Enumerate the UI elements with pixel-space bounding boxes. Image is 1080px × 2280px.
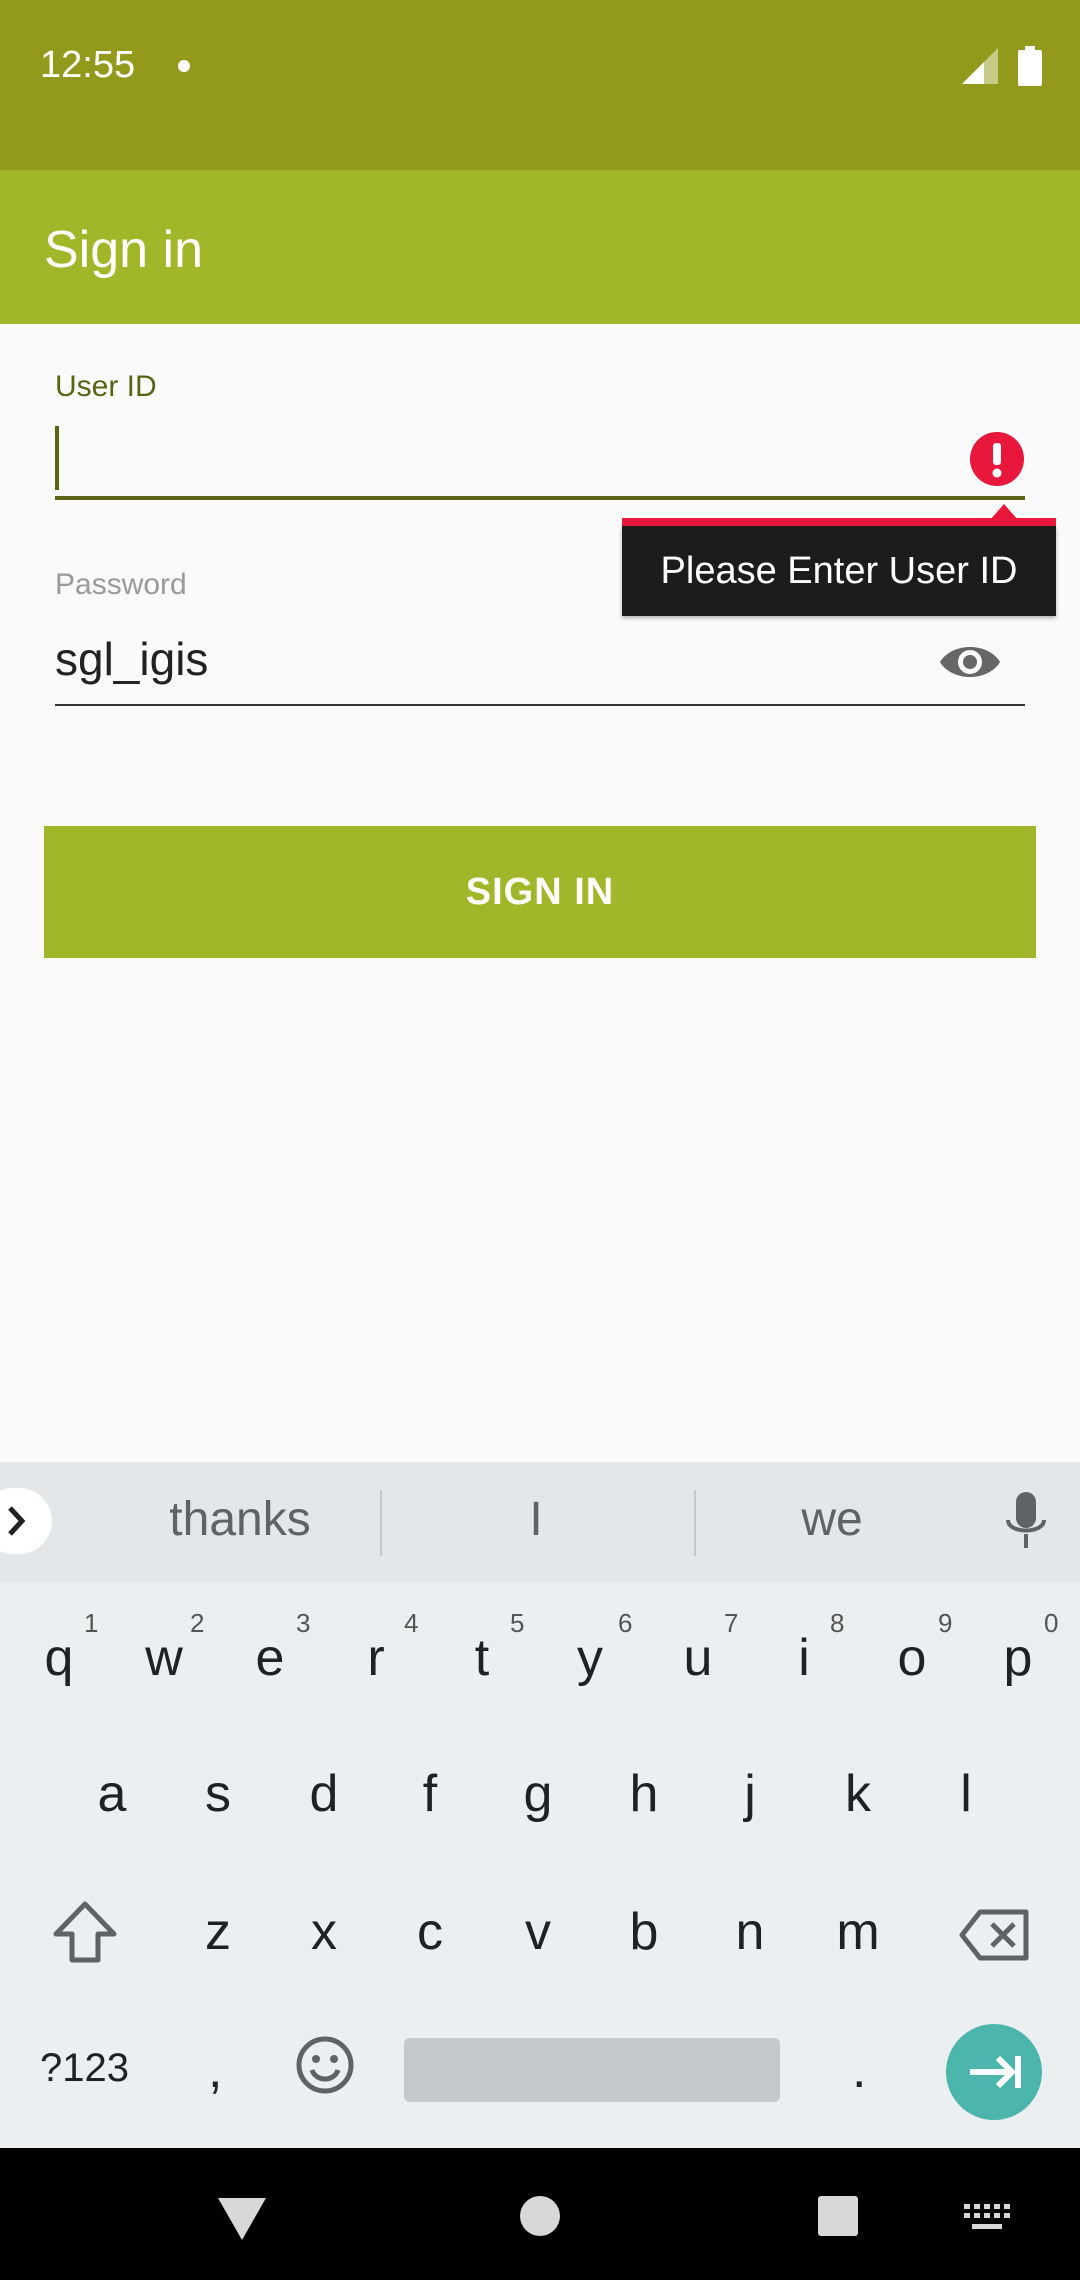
key-hint-4: 4 bbox=[404, 1608, 419, 1638]
sign-in-button[interactable]: SIGN IN bbox=[44, 826, 1036, 958]
key-s[interactable]: s bbox=[168, 1764, 268, 1824]
tab-arrow-icon bbox=[970, 2055, 1021, 2089]
app-bar: Sign in bbox=[0, 170, 1080, 324]
enter-button[interactable] bbox=[946, 2024, 1042, 2120]
key-hint-0: 0 bbox=[1044, 1608, 1059, 1638]
key-j[interactable]: j bbox=[700, 1764, 800, 1824]
key-hint-2: 2 bbox=[190, 1608, 205, 1638]
suggestion-strip: thanks I we bbox=[0, 1462, 1080, 1582]
password-value: sgl_igis bbox=[55, 633, 209, 685]
nav-back-icon[interactable] bbox=[218, 2198, 266, 2240]
key-k[interactable]: k bbox=[808, 1764, 908, 1824]
shift-icon[interactable] bbox=[52, 1900, 118, 1964]
key-hint-8: 8 bbox=[830, 1608, 845, 1638]
page-title: Sign in bbox=[44, 221, 203, 279]
chevron-right-icon bbox=[8, 1506, 26, 1536]
password-input[interactable]: sgl_igis bbox=[55, 620, 1025, 706]
text-cursor bbox=[55, 426, 59, 490]
status-bar: 12:55 bbox=[0, 0, 1080, 170]
space-key[interactable] bbox=[404, 2038, 780, 2102]
key-hint-7: 7 bbox=[724, 1608, 739, 1638]
symbols-key[interactable]: ?123 bbox=[40, 2046, 129, 2091]
key-c[interactable]: c bbox=[380, 1902, 480, 1962]
error-tooltip: Please Enter User ID bbox=[622, 526, 1056, 616]
key-l[interactable]: l bbox=[916, 1764, 1016, 1824]
status-time: 12:55 bbox=[40, 44, 136, 86]
signal-icon bbox=[962, 48, 998, 84]
suggestion-2[interactable]: I bbox=[386, 1492, 686, 1547]
key-b[interactable]: b bbox=[594, 1902, 694, 1962]
user-id-label: User ID bbox=[55, 370, 157, 403]
key-m[interactable]: m bbox=[808, 1902, 908, 1962]
key-d[interactable]: d bbox=[274, 1764, 374, 1824]
nav-home-icon[interactable] bbox=[520, 2196, 560, 2236]
microphone-icon[interactable] bbox=[1004, 1492, 1048, 1552]
suggestion-1[interactable]: thanks bbox=[90, 1492, 390, 1547]
key-g[interactable]: g bbox=[488, 1764, 588, 1824]
key-z[interactable]: z bbox=[168, 1902, 268, 1962]
user-id-input[interactable] bbox=[55, 420, 1025, 500]
key-hint-5: 5 bbox=[510, 1608, 525, 1638]
key-f[interactable]: f bbox=[380, 1764, 480, 1824]
key-hint-1: 1 bbox=[84, 1608, 99, 1638]
tooltip-accent-bar bbox=[622, 518, 1056, 526]
keyboard-switch-icon[interactable] bbox=[964, 2204, 1010, 2234]
key-h[interactable]: h bbox=[594, 1764, 694, 1824]
period-key[interactable]: . bbox=[852, 2040, 866, 2100]
suggestion-3[interactable]: we bbox=[682, 1492, 982, 1547]
key-x[interactable]: x bbox=[274, 1902, 374, 1962]
key-n[interactable]: n bbox=[700, 1902, 800, 1962]
emoji-icon[interactable] bbox=[296, 2036, 354, 2094]
suggestion-divider bbox=[380, 1490, 382, 1556]
backspace-icon[interactable] bbox=[958, 1908, 1030, 1962]
key-v[interactable]: v bbox=[488, 1902, 588, 1962]
password-label: Password bbox=[55, 568, 187, 601]
error-icon bbox=[970, 432, 1024, 486]
comma-key[interactable]: , bbox=[208, 2040, 222, 2100]
key-hint-3: 3 bbox=[296, 1608, 311, 1638]
key-hint-9: 9 bbox=[938, 1608, 953, 1638]
nav-recents-icon[interactable] bbox=[818, 2196, 858, 2236]
notification-dot-icon bbox=[178, 60, 190, 72]
battery-icon bbox=[1018, 46, 1042, 86]
key-a[interactable]: a bbox=[62, 1764, 162, 1824]
visibility-toggle-icon[interactable] bbox=[938, 638, 1002, 686]
suggestion-expand-button[interactable] bbox=[0, 1488, 52, 1554]
key-hint-6: 6 bbox=[618, 1608, 633, 1638]
